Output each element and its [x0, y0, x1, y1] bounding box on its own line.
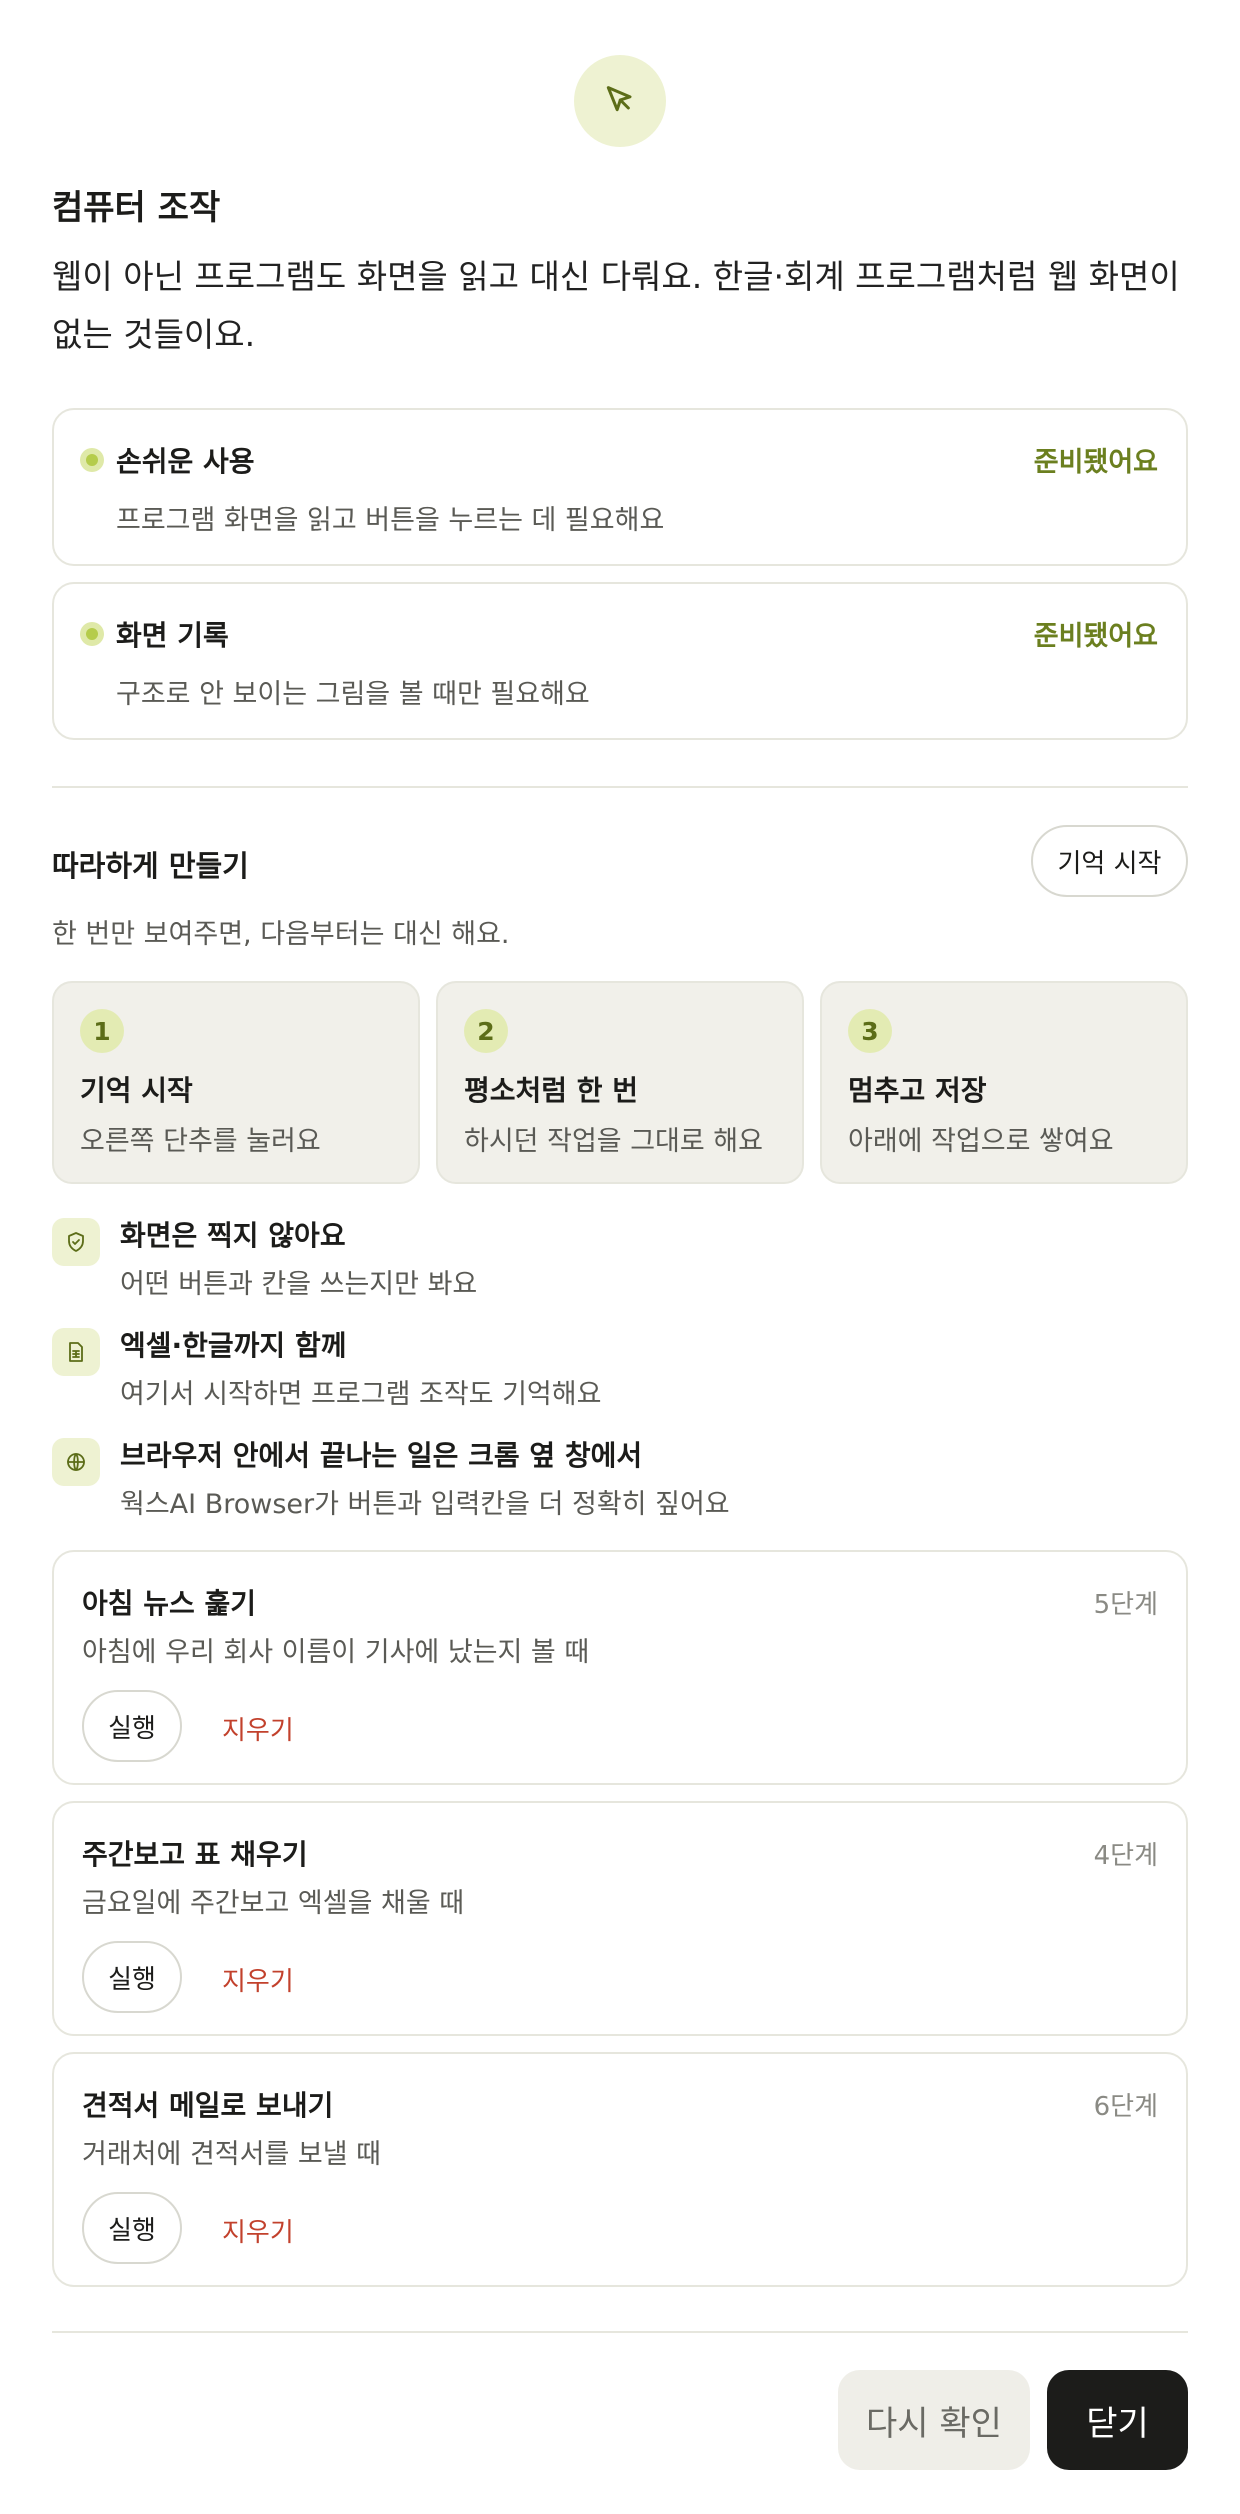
step-title: 기억 시작: [80, 1074, 193, 1107]
permission-card-screen-recording: 화면 기록 준비됐어요 구조로 안 보이는 그림을 볼 때만 필요해요: [52, 582, 1188, 740]
step-description: 하시던 작업을 그대로 해요: [464, 1126, 763, 1157]
teach-section-subtitle: 한 번만 보여주면, 다음부터는 대신 해요.: [52, 919, 510, 950]
note-browser: 브라우저 안에서 끝나는 일은 크롬 옆 창에서 웍스AI Browser가 버…: [52, 1434, 1188, 1524]
routine-description: 거래처에 견적서를 보낼 때: [82, 2139, 381, 2170]
permission-name: 손쉬운 사용: [116, 445, 255, 478]
routine-step-count: 5단계: [1093, 1590, 1158, 1620]
note-description: 여기서 시작하면 프로그램 조작도 기억해요: [120, 1379, 602, 1410]
routine-card: 견적서 메일로 보내기 6단계 거래처에 견적서를 보낼 때 실행 지우기: [52, 2052, 1188, 2287]
page-description: 웹이 아닌 프로그램도 화면을 읽고 대신 다뤄요. 한글·회계 프로그램처럼 …: [52, 257, 1180, 354]
step-number: 1: [80, 1009, 124, 1053]
note-title: 화면은 찍지 않아요: [120, 1219, 346, 1252]
step-title: 평소처럼 한 번: [464, 1074, 639, 1107]
note-title: 엑셀·한글까지 함께: [120, 1329, 347, 1362]
shield-check-icon: [52, 1218, 100, 1266]
start-recording-button[interactable]: 기억 시작: [1031, 825, 1188, 897]
routine-title: 아침 뉴스 훑기: [82, 1587, 257, 1620]
step-description: 오른쪽 단추를 눌러요: [80, 1126, 321, 1157]
spreadsheet-icon: [52, 1328, 100, 1376]
routine-description: 아침에 우리 회사 이름이 기사에 났는지 볼 때: [82, 1637, 590, 1668]
routine-card: 아침 뉴스 훑기 5단계 아침에 우리 회사 이름이 기사에 났는지 볼 때 실…: [52, 1550, 1188, 1785]
status-dot: [80, 448, 104, 472]
step-card-3: 3 멈추고 저장 아래에 작업으로 쌓여요: [820, 981, 1188, 1184]
permission-status: 준비됐어요: [1033, 621, 1158, 652]
permission-description: 구조로 안 보이는 그림을 볼 때만 필요해요: [116, 679, 590, 710]
step-title: 멈추고 저장: [848, 1074, 987, 1107]
step-description: 아래에 작업으로 쌓여요: [848, 1126, 1114, 1157]
globe-icon: [52, 1438, 100, 1486]
page-title: 컴퓨터 조작: [52, 188, 221, 228]
run-button[interactable]: 실행: [82, 1690, 182, 1762]
close-button[interactable]: 닫기: [1047, 2370, 1188, 2470]
routine-title: 주간보고 표 채우기: [82, 1838, 308, 1871]
footer-divider: [52, 2331, 1188, 2333]
recheck-button[interactable]: 다시 확인: [838, 2370, 1030, 2470]
teach-section-title: 따라하게 만들기: [52, 849, 249, 883]
step-card-1: 1 기억 시작 오른쪽 단추를 눌러요: [52, 981, 420, 1184]
run-button[interactable]: 실행: [82, 2192, 182, 2264]
note-description: 어떤 버튼과 칸을 쓰는지만 봐요: [120, 1269, 478, 1300]
permission-name: 화면 기록: [116, 619, 229, 652]
routine-description: 금요일에 주간보고 엑셀을 채울 때: [82, 1888, 465, 1919]
section-divider: [52, 786, 1188, 788]
delete-button[interactable]: 지우기: [222, 2212, 294, 2249]
computer-use-sheet: 컴퓨터 조작 웹이 아닌 프로그램도 화면을 읽고 대신 다뤄요. 한글·회계 …: [0, 0, 1240, 2514]
run-button[interactable]: 실행: [82, 1941, 182, 2013]
routine-card: 주간보고 표 채우기 4단계 금요일에 주간보고 엑셀을 채울 때 실행 지우기: [52, 1801, 1188, 2036]
routine-title: 견적서 메일로 보내기: [82, 2089, 334, 2122]
status-dot: [80, 622, 104, 646]
step-number: 2: [464, 1009, 508, 1053]
note-privacy: 화면은 찍지 않아요 어떤 버튼과 칸을 쓰는지만 봐요: [52, 1214, 1188, 1304]
delete-button[interactable]: 지우기: [222, 1961, 294, 1998]
step-card-2: 2 평소처럼 한 번 하시던 작업을 그대로 해요: [436, 981, 804, 1184]
cursor-arrow-icon: [574, 55, 666, 147]
routine-step-count: 4단계: [1093, 1841, 1158, 1871]
step-number: 3: [848, 1009, 892, 1053]
note-description: 웍스AI Browser가 버튼과 입력칸을 더 정확히 짚어요: [120, 1489, 730, 1520]
note-title: 브라우저 안에서 끝나는 일은 크롬 옆 창에서: [120, 1439, 643, 1472]
permission-card-accessibility: 손쉬운 사용 준비됐어요 프로그램 화면을 읽고 버튼을 누르는 데 필요해요: [52, 408, 1188, 566]
permission-description: 프로그램 화면을 읽고 버튼을 누르는 데 필요해요: [116, 505, 665, 536]
permission-status: 준비됐어요: [1033, 447, 1158, 478]
note-desktop-apps: 엑셀·한글까지 함께 여기서 시작하면 프로그램 조작도 기억해요: [52, 1324, 1188, 1414]
routine-step-count: 6단계: [1093, 2092, 1158, 2122]
delete-button[interactable]: 지우기: [222, 1710, 294, 1747]
